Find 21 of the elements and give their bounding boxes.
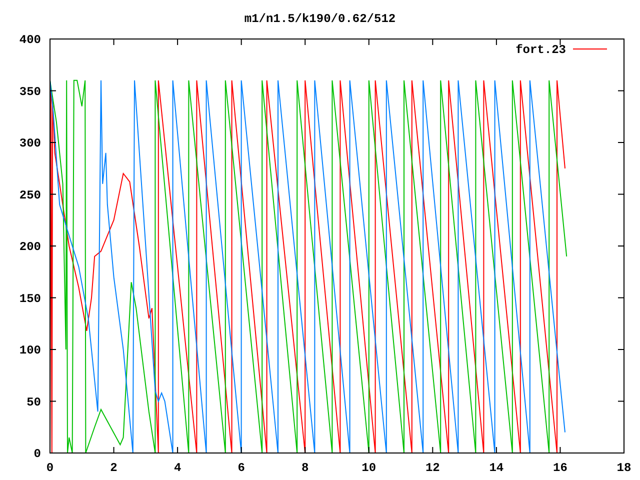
y-tick-label: 200 [19,240,41,254]
x-tick-label: 8 [302,461,309,475]
x-tick-label: 18 [616,461,632,475]
x-tick-label: 14 [489,461,504,475]
x-tick-label: 6 [238,461,245,475]
y-tick-label: 400 [19,33,41,47]
x-tick-label: 16 [553,461,568,475]
y-tick-label: 250 [19,188,41,202]
x-tick-label: 10 [362,461,376,475]
y-tick-label: 50 [26,395,41,410]
y-tick-label: 100 [19,344,41,358]
x-tick-label: 0 [46,461,54,475]
legend-label: fort.23 [516,43,566,57]
x-tick-label: 12 [425,461,440,475]
y-tick-label: 0 [34,447,41,461]
y-tick-label: 300 [19,136,41,150]
chart-title: m1/n1.5/k190/0.62/512 [244,12,396,26]
x-tick-label: 4 [174,461,182,475]
y-tick-label: 350 [19,84,41,99]
x-tick-label: 2 [110,461,118,475]
y-tick-label: 150 [19,292,41,306]
